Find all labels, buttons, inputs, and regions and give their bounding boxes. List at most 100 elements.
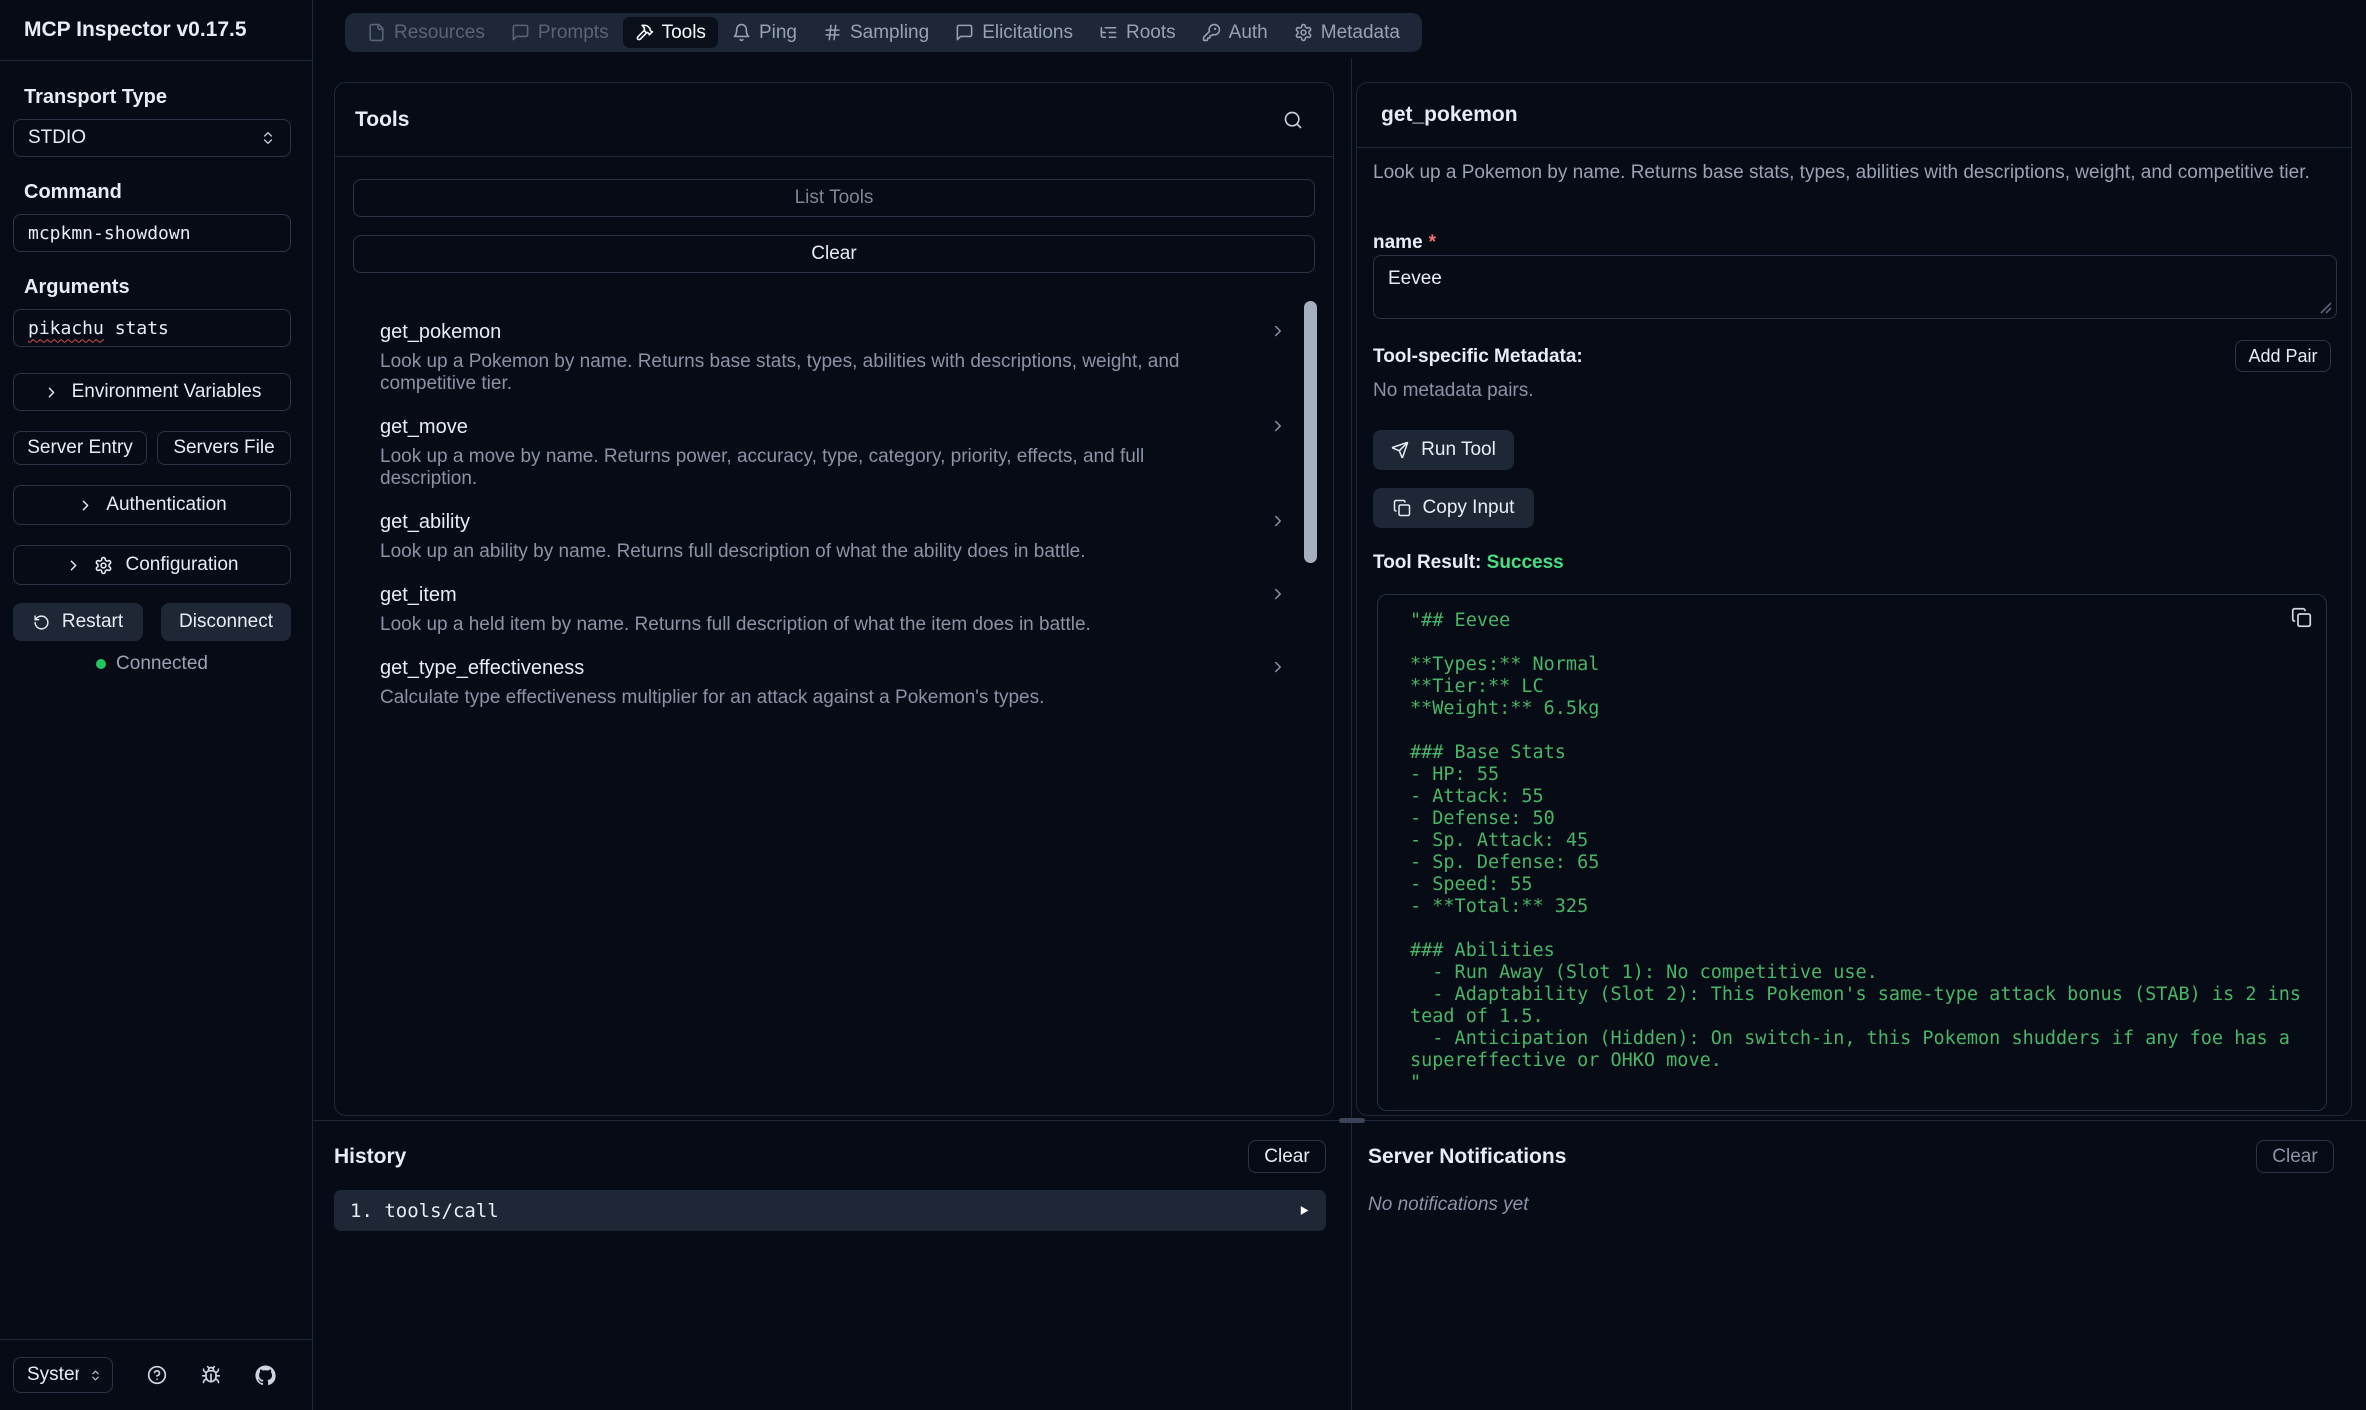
servers-file-button[interactable]: Servers File — [157, 431, 291, 465]
play-icon — [1297, 1204, 1310, 1217]
history-title: History — [334, 1145, 406, 1169]
bug-icon[interactable] — [201, 1365, 221, 1385]
configuration-button[interactable]: Configuration — [13, 545, 291, 585]
tab-prompts[interactable]: Prompts — [499, 17, 621, 48]
clear-notifications-button[interactable]: Clear — [2256, 1140, 2334, 1173]
connected-dot — [96, 659, 106, 669]
command-label: Command — [24, 181, 291, 204]
copy-result-icon[interactable] — [2291, 607, 2312, 628]
tool-description: Look up a Pokemon by name. Returns base … — [380, 351, 1220, 395]
tool-description: Look up a held item by name. Returns ful… — [380, 614, 1220, 636]
run-tool-button[interactable]: Run Tool — [1373, 430, 1514, 470]
tab-roots[interactable]: Roots — [1087, 17, 1188, 48]
tab-label: Ping — [759, 22, 797, 44]
tool-item-get-ability[interactable]: get_ability Look up an ability by name. … — [380, 511, 1273, 563]
tool-description: Calculate type effectiveness multiplier … — [380, 687, 1220, 709]
copy-input-label: Copy Input — [1423, 497, 1515, 519]
chevrons-up-down-icon — [89, 1369, 102, 1382]
app-title: MCP Inspector v0.17.5 — [0, 0, 312, 61]
tool-item-get-item[interactable]: get_item Look up a held item by name. Re… — [380, 584, 1273, 636]
list-tools-button[interactable]: List Tools — [353, 179, 1315, 217]
param-name-field-wrap: Eevee — [1373, 255, 2337, 319]
clear-tools-button[interactable]: Clear — [353, 235, 1315, 273]
tab-metadata[interactable]: Metadata — [1282, 17, 1412, 48]
disconnect-label: Disconnect — [179, 611, 273, 633]
tool-detail-header: get_pokemon — [1357, 83, 2351, 148]
tool-result-block: "## Eevee **Types:** Normal **Tier:** LC… — [1377, 594, 2327, 1111]
disconnect-button[interactable]: Disconnect — [161, 603, 291, 641]
tab-ping[interactable]: Ping — [720, 17, 809, 48]
chevron-right-icon — [43, 384, 60, 401]
tab-elicitations[interactable]: Elicitations — [943, 17, 1085, 48]
tool-result-status: Success — [1487, 552, 1564, 573]
theme-select[interactable]: System — [13, 1357, 113, 1393]
param-name-input[interactable]: Eevee — [1374, 256, 2336, 318]
copy-icon — [1393, 499, 1411, 517]
tools-scrollbar[interactable] — [1304, 301, 1317, 563]
bell-icon — [732, 23, 751, 42]
chevron-right-icon — [1269, 417, 1287, 435]
tool-description: Look up an ability by name. Returns full… — [380, 541, 1220, 563]
server-entry-button[interactable]: Server Entry — [13, 431, 147, 465]
tool-item-get-type-effectiveness[interactable]: get_type_effectiveness Calculate type ef… — [380, 657, 1273, 709]
server-notifications-section: Server Notifications Clear No notificati… — [1368, 1120, 2334, 1216]
tab-auth[interactable]: Auth — [1190, 17, 1280, 48]
servers-file-label: Servers File — [173, 437, 274, 459]
resize-grip-icon[interactable] — [2320, 302, 2332, 314]
authentication-button[interactable]: Authentication — [13, 485, 291, 525]
tool-name: get_move — [380, 416, 1273, 439]
arguments-value-misspelled: pikachu — [28, 318, 104, 339]
metadata-label: Tool-specific Metadata: — [1373, 346, 1583, 368]
tab-tools[interactable]: Tools — [623, 17, 718, 48]
restart-label: Restart — [62, 611, 123, 633]
hash-icon — [823, 23, 842, 42]
nav-tabs: Resources Prompts Tools Ping Sampling El… — [345, 13, 1422, 52]
tools-panel-header: Tools — [335, 83, 1333, 157]
help-icon[interactable] — [147, 1365, 167, 1385]
message-icon — [955, 23, 974, 42]
tool-name: get_item — [380, 584, 1273, 607]
copy-input-button[interactable]: Copy Input — [1373, 488, 1534, 528]
command-input[interactable]: mcpkmn-showdown — [13, 214, 291, 252]
theme-value: System — [27, 1364, 79, 1386]
tool-list: get_pokemon Look up a Pokemon by name. R… — [335, 291, 1333, 709]
github-icon[interactable] — [255, 1365, 276, 1386]
transport-type-select[interactable]: STDIO — [13, 119, 291, 157]
required-marker: * — [1429, 232, 1436, 253]
tool-item-get-move[interactable]: get_move Look up a move by name. Returns… — [380, 416, 1273, 490]
tool-name: get_pokemon — [380, 321, 1273, 344]
hammer-icon — [635, 23, 654, 42]
key-icon — [1202, 23, 1221, 42]
tool-name: get_type_effectiveness — [380, 657, 1273, 680]
tab-resources[interactable]: Resources — [355, 17, 497, 48]
tab-sampling[interactable]: Sampling — [811, 17, 941, 48]
gear-icon — [1294, 23, 1313, 42]
tab-label: Auth — [1229, 22, 1268, 44]
authentication-label: Authentication — [106, 494, 226, 516]
vertical-splitter[interactable] — [1351, 58, 1352, 1410]
clear-history-button[interactable]: Clear — [1248, 1140, 1326, 1173]
environment-variables-button[interactable]: Environment Variables — [13, 373, 291, 411]
restart-icon — [33, 614, 50, 631]
transport-type-label: Transport Type — [24, 86, 291, 109]
file-icon — [367, 23, 386, 42]
history-item-tools-call[interactable]: 1. tools/call — [334, 1190, 1326, 1231]
tools-panel-actions: List Tools Clear — [335, 157, 1333, 273]
arguments-value-rest: stats — [104, 318, 169, 339]
tool-result-line: Tool Result: Success — [1373, 552, 1564, 574]
history-section: History Clear 1. tools/call — [334, 1120, 1326, 1231]
send-icon — [1391, 441, 1409, 459]
splitter-handle[interactable] — [1339, 1118, 1365, 1123]
arguments-input[interactable]: pikachu stats — [13, 309, 291, 347]
tool-item-get-pokemon[interactable]: get_pokemon Look up a Pokemon by name. R… — [380, 321, 1273, 395]
chevron-right-icon — [1269, 585, 1287, 603]
gear-icon — [94, 556, 113, 575]
search-icon[interactable] — [1283, 110, 1303, 130]
clear-notifications-label: Clear — [2272, 1146, 2317, 1168]
tool-result-text: "## Eevee **Types:** Normal **Tier:** LC… — [1378, 595, 2305, 1109]
restart-button[interactable]: Restart — [13, 603, 143, 641]
clear-history-label: Clear — [1264, 1146, 1309, 1168]
environment-variables-label: Environment Variables — [72, 381, 262, 403]
add-pair-button[interactable]: Add Pair — [2235, 340, 2331, 372]
history-item-label: 1. tools/call — [350, 1200, 499, 1222]
